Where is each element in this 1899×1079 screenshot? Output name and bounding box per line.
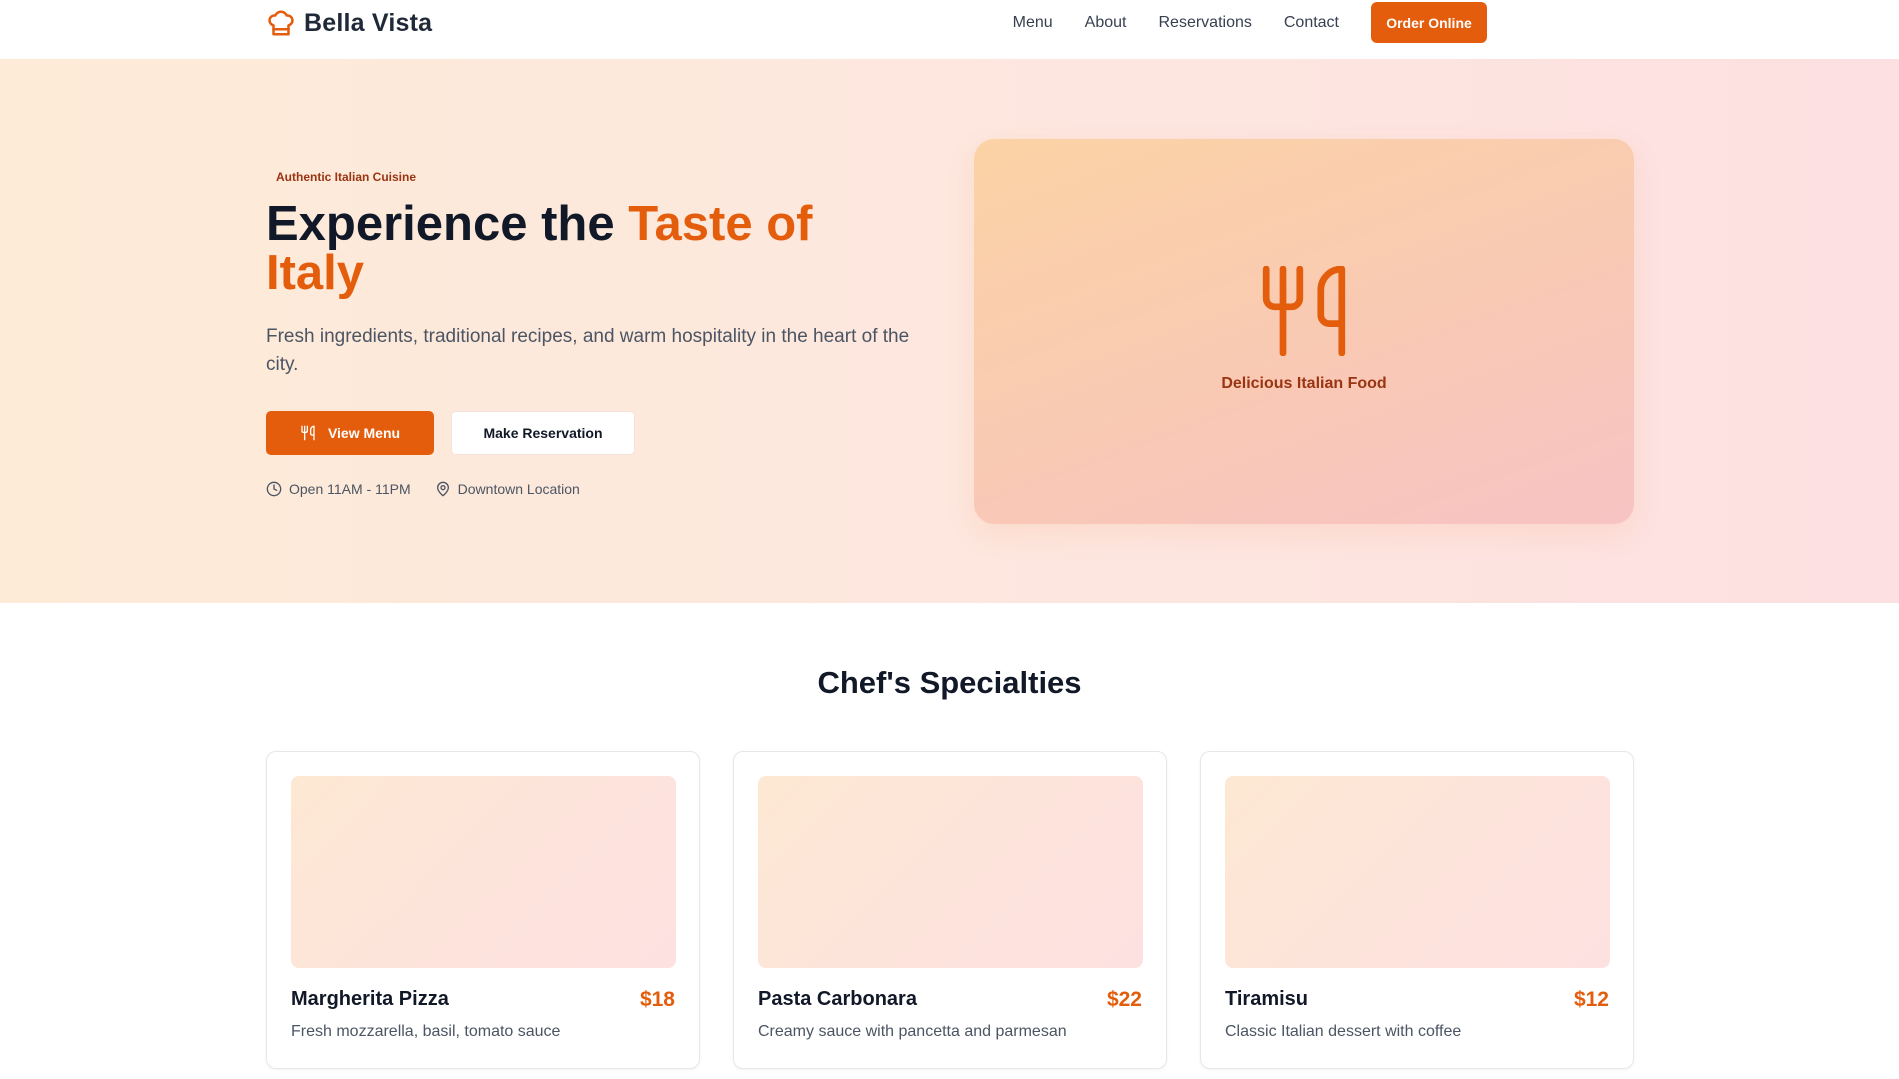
utensils-icon <box>301 425 315 441</box>
dish-price: $22 <box>1106 988 1142 1011</box>
location-text: Downtown Location <box>457 481 580 497</box>
dish-image <box>291 776 676 968</box>
hero-title-main: Experience the <box>266 197 629 251</box>
hero-title: Experience the Taste of Italy <box>266 200 906 298</box>
clock-icon <box>266 481 282 497</box>
view-menu-button[interactable]: View Menu <box>266 411 434 455</box>
hero-card-label: Delicious Italian Food <box>1221 375 1387 392</box>
info-row: Open 11AM - 11PM Downtown Location <box>266 479 604 499</box>
nav-links: Menu About Reservations Contact Order On… <box>1013 2 1487 43</box>
dish-price: $12 <box>1573 988 1609 1011</box>
hero-section: Authentic Italian Cuisine Experience the… <box>0 59 1899 603</box>
dish-description: Classic Italian dessert with coffee <box>1225 1023 1462 1040</box>
brand-logo[interactable]: Bella Vista <box>266 8 432 38</box>
brand-name: Bella Vista <box>304 8 433 37</box>
nav-link-about[interactable]: About <box>1085 14 1127 32</box>
cuisine-badge: Authentic Italian Cuisine <box>276 170 417 184</box>
dish-card-carbonara[interactable]: Pasta Carbonara $22 Creamy sauce with pa… <box>733 751 1167 1069</box>
order-online-button[interactable]: Order Online <box>1371 2 1487 43</box>
nav-link-contact[interactable]: Contact <box>1284 14 1339 32</box>
dish-card-tiramisu[interactable]: Tiramisu $12 Classic Italian dessert wit… <box>1200 751 1634 1069</box>
dish-name: Margherita Pizza <box>291 988 449 1010</box>
dish-card-margherita[interactable]: Margherita Pizza $18 Fresh mozzarella, b… <box>266 751 700 1069</box>
hours-text: Open 11AM - 11PM <box>289 481 411 497</box>
dish-description: Creamy sauce with pancetta and parmesan <box>758 1023 1067 1040</box>
make-reservation-button[interactable]: Make Reservation <box>451 411 635 455</box>
specialties-title: Chef's Specialties <box>817 665 1082 700</box>
nav-link-menu[interactable]: Menu <box>1013 14 1053 32</box>
specialties-grid: Margherita Pizza $18 Fresh mozzarella, b… <box>266 751 1634 1069</box>
location-info: Downtown Location <box>435 481 580 497</box>
nav-link-reservations[interactable]: Reservations <box>1158 14 1251 32</box>
map-pin-icon <box>436 481 449 497</box>
dish-description: Fresh mozzarella, basil, tomato sauce <box>291 1023 561 1040</box>
dish-name: Tiramisu <box>1225 988 1308 1010</box>
hero-image-card: Delicious Italian Food <box>974 139 1634 524</box>
dish-name: Pasta Carbonara <box>758 988 917 1010</box>
dish-price: $18 <box>639 988 675 1011</box>
navbar: Bella Vista Menu About Reservations Cont… <box>0 0 1899 59</box>
chef-hat-icon <box>268 10 294 36</box>
dish-image <box>1225 776 1610 968</box>
dish-image <box>758 776 1143 968</box>
hours-info: Open 11AM - 11PM <box>266 481 411 497</box>
view-menu-label: View Menu <box>327 425 401 441</box>
utensils-icon <box>1262 266 1346 356</box>
hero-subtitle: Fresh ingredients, traditional recipes, … <box>266 326 910 375</box>
